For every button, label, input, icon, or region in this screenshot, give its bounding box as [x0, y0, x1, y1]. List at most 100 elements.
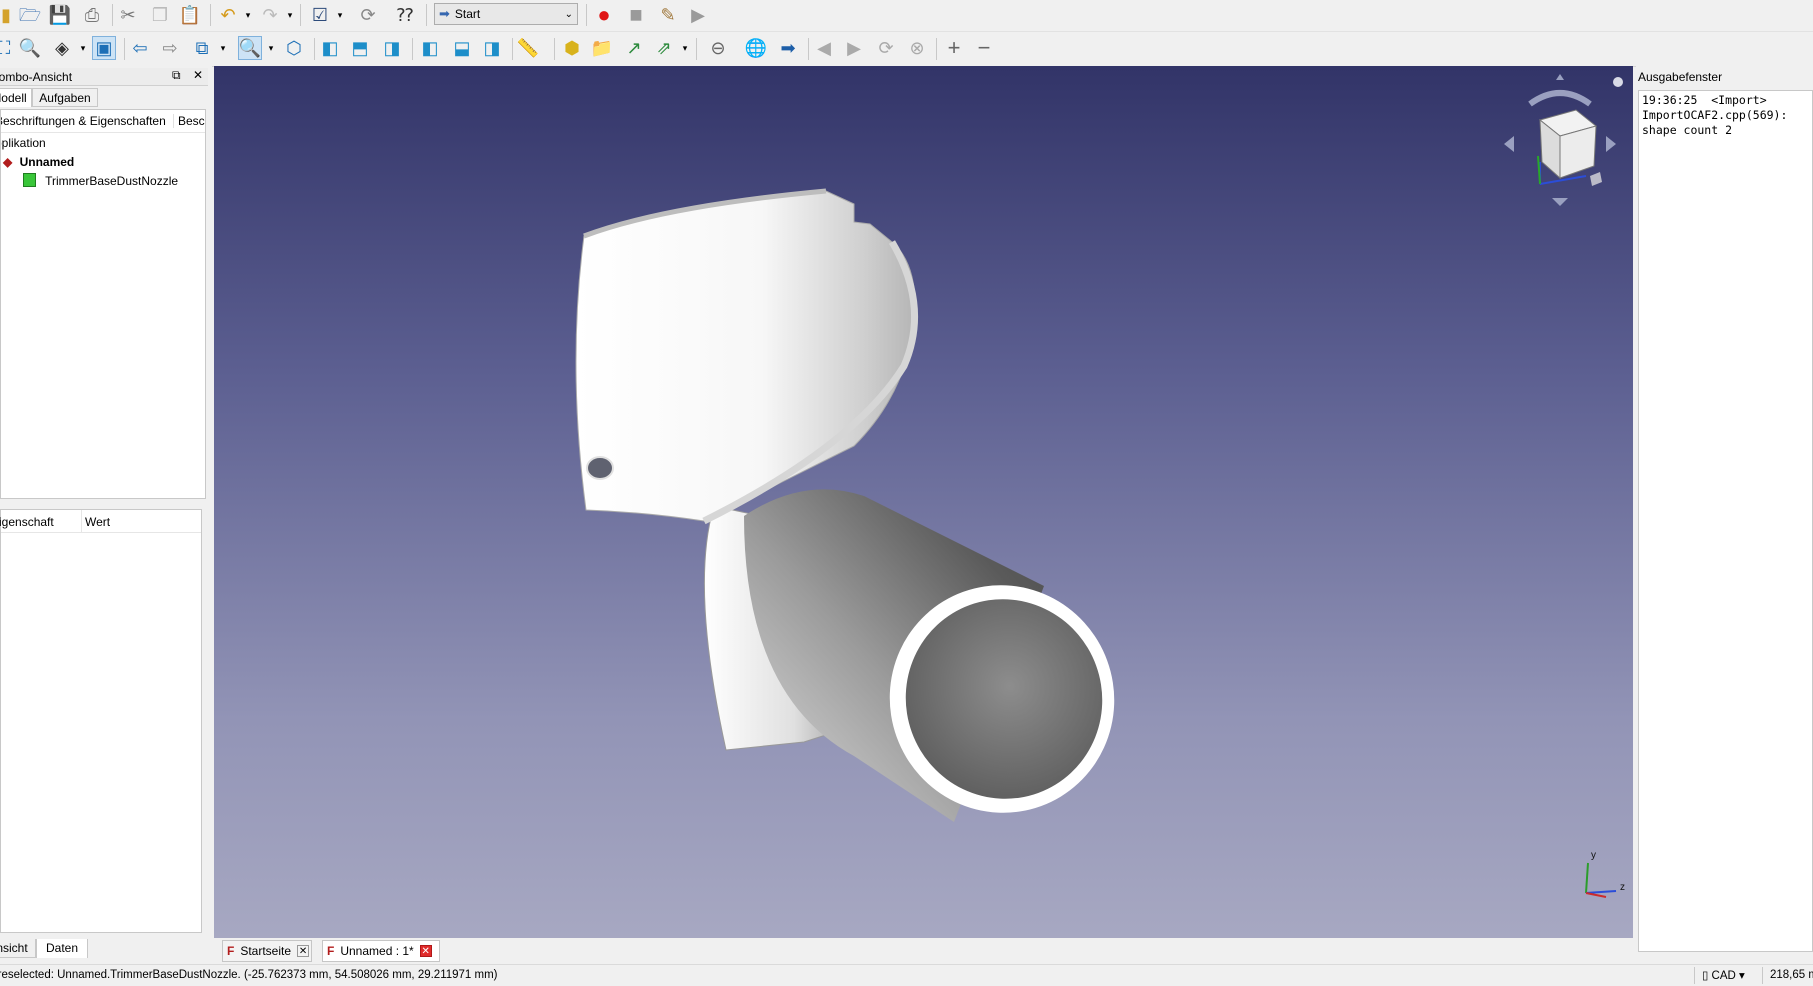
zoom-in-icon[interactable]: + — [942, 36, 966, 60]
chevron-down-icon: ▾ — [1739, 970, 1745, 982]
workbench-selector[interactable]: ➡ Start ⌄ — [434, 3, 578, 25]
toolbar-separator — [112, 4, 113, 26]
tab-daten[interactable]: Daten — [36, 939, 88, 958]
close-tab-icon[interactable]: ✕ — [419, 945, 432, 957]
toolbar-separator — [936, 38, 937, 60]
property-editor[interactable]: Eigenschaft Wert — [0, 509, 202, 933]
nav-right-arrow-icon[interactable] — [1606, 136, 1616, 152]
print-icon[interactable]: ⎙ — [80, 3, 104, 27]
back-icon[interactable]: ⇦ — [128, 36, 152, 60]
zoom-dropdown-icon[interactable]: ▾ — [266, 36, 276, 60]
tab-unnamed[interactable]: F Unnamed : 1* ✕ — [322, 940, 440, 962]
top-view-icon[interactable]: ⬒ — [348, 36, 372, 60]
combo-view-title: Combo-Ansicht — [0, 70, 73, 84]
chevron-down-icon: ⌄ — [564, 8, 573, 20]
web-stop-icon[interactable]: ⊗ — [905, 36, 929, 60]
nav-down-arrow-icon[interactable] — [1552, 198, 1568, 206]
save-icon[interactable]: 💾 — [48, 3, 72, 27]
status-bar: Preselected: Unnamed.TrimmerBaseDustNozz… — [0, 964, 1813, 986]
macro-dropdown-icon[interactable]: ▾ — [335, 3, 345, 27]
axis-z-label: z — [1620, 882, 1625, 893]
tree-application-row[interactable]: Applikation — [1, 134, 46, 152]
bounding-box-icon[interactable]: ▣ — [92, 36, 116, 60]
run-macro-icon[interactable]: ▶ — [686, 3, 710, 27]
property-header-name[interactable]: Eigenschaft — [0, 515, 54, 529]
report-line: shape count 2 — [1642, 123, 1733, 137]
tab-modell[interactable]: Modell — [0, 88, 32, 107]
navigation-style-button[interactable]: ▯ CAD ▾ — [1702, 968, 1745, 982]
rear-view-icon[interactable]: ◧ — [418, 36, 442, 60]
copy-icon[interactable]: ❐ — [148, 3, 172, 27]
fit-all-icon[interactable]: ⛶ — [0, 36, 16, 60]
close-panel-icon[interactable]: ✕ — [193, 68, 203, 82]
measure-icon[interactable]: 📏 — [516, 36, 540, 60]
record-macro-icon[interactable]: ● — [592, 3, 616, 27]
cube-axis-y — [1537, 155, 1541, 185]
undo-icon[interactable]: ↶ — [216, 3, 240, 27]
view-toolbar: ⛶ 🔍 ◈ ▾ ▣ ⇦ ⇨ ⧉ ▾ 🔍 ▾ ⬡ ◧ ⬒ ◨ ◧ ⬓ ◨ 📏 ⬢ … — [0, 32, 1813, 67]
web-forward-icon[interactable]: ➡ — [776, 36, 800, 60]
navigation-cube[interactable] — [1490, 74, 1630, 214]
sync-dropdown-icon[interactable]: ▾ — [218, 36, 228, 60]
3d-viewport[interactable]: y z — [214, 66, 1633, 938]
fit-selection-icon[interactable]: 🔍 — [18, 36, 42, 60]
zoom-icon[interactable]: 🔍 — [238, 36, 262, 60]
report-output[interactable]: 19:36:25 <Import> ImportOCAF2.cpp(569): sh… — [1638, 90, 1813, 952]
web-refresh-icon[interactable]: ⟳ — [874, 36, 898, 60]
right-view-icon[interactable]: ◨ — [380, 36, 404, 60]
nav-up-arrow-icon[interactable] — [1556, 74, 1564, 80]
refresh-icon[interactable]: ⟳ — [356, 3, 380, 27]
tree-document-row[interactable]: ◆ Unnamed — [3, 153, 74, 171]
front-view-icon[interactable]: ◧ — [318, 36, 342, 60]
forward-icon[interactable]: ⇨ — [158, 36, 182, 60]
link-dropdown-icon[interactable]: ▾ — [680, 36, 690, 60]
tree-header-labels[interactable]: Beschriftungen & Eigenschaften — [1, 114, 166, 128]
draw-style-dropdown-icon[interactable]: ▾ — [78, 36, 88, 60]
document-icon: ◆ — [3, 155, 13, 169]
cut-icon[interactable]: ✂ — [116, 3, 140, 27]
nav-cube-menu-icon[interactable] — [1613, 77, 1623, 87]
left-view-icon[interactable]: ◨ — [480, 36, 504, 60]
tab-ansicht[interactable]: Ansicht — [0, 939, 36, 958]
model-tree[interactable]: Beschriftungen & Eigenschaften Beschreib… — [0, 109, 206, 499]
isometric-icon[interactable]: ⬡ — [282, 36, 306, 60]
web-globe-icon[interactable]: 🌐 — [744, 36, 768, 60]
new-file-icon[interactable]: ▮ — [0, 3, 18, 27]
stop-macro-icon[interactable]: ■ — [624, 3, 648, 27]
model-canvas[interactable] — [214, 66, 1633, 938]
undo-dropdown-icon[interactable]: ▾ — [243, 3, 253, 27]
view-menu-icon[interactable] — [1590, 172, 1602, 186]
link-icon[interactable]: ↗ — [622, 36, 646, 60]
draw-style-icon[interactable]: ◈ — [50, 36, 74, 60]
link-sub-icon[interactable]: ⇗ — [652, 36, 676, 60]
part-icon[interactable]: ⬢ — [560, 36, 584, 60]
open-folder-icon[interactable]: 🗁 — [18, 3, 42, 27]
whats-this-icon[interactable]: ⁇ — [393, 3, 417, 27]
property-header-value[interactable]: Wert — [85, 515, 110, 529]
section-icon[interactable]: ⊖ — [706, 36, 730, 60]
report-line: 19:36:25 <Import> — [1642, 93, 1767, 107]
tree-header-description[interactable]: Beschreibung — [173, 114, 205, 128]
tree-object-row[interactable]: TrimmerBaseDustNozzle — [23, 172, 178, 190]
close-tab-icon[interactable]: ✕ — [297, 945, 310, 957]
workbench-label: Start — [454, 7, 481, 21]
redo-icon[interactable]: ↷ — [258, 3, 282, 27]
paste-icon[interactable]: 📋 — [178, 3, 202, 27]
nav-left-arrow-icon[interactable] — [1504, 136, 1514, 152]
float-panel-icon[interactable]: ⧉ — [172, 68, 181, 83]
rotate-arrow-icon[interactable] — [1528, 90, 1592, 107]
tab-aufgaben[interactable]: Aufgaben — [32, 88, 98, 107]
zoom-out-icon[interactable]: − — [972, 36, 996, 60]
sync-view-icon[interactable]: ⧉ — [190, 36, 214, 60]
header-divider — [81, 510, 82, 532]
tab-startseite[interactable]: F Startseite ✕ — [222, 940, 312, 962]
part-feature-icon — [23, 173, 36, 187]
redo-dropdown-icon[interactable]: ▾ — [285, 3, 295, 27]
web-back-icon[interactable]: ◀ — [812, 36, 836, 60]
web-next-icon[interactable]: ▶ — [842, 36, 866, 60]
group-icon[interactable]: 📁 — [590, 36, 614, 60]
macro-check-icon[interactable]: ☑ — [308, 3, 332, 27]
edit-macro-icon[interactable]: ✎ — [656, 3, 680, 27]
bottom-view-icon[interactable]: ⬓ — [450, 36, 474, 60]
toolbar-separator — [300, 4, 301, 26]
